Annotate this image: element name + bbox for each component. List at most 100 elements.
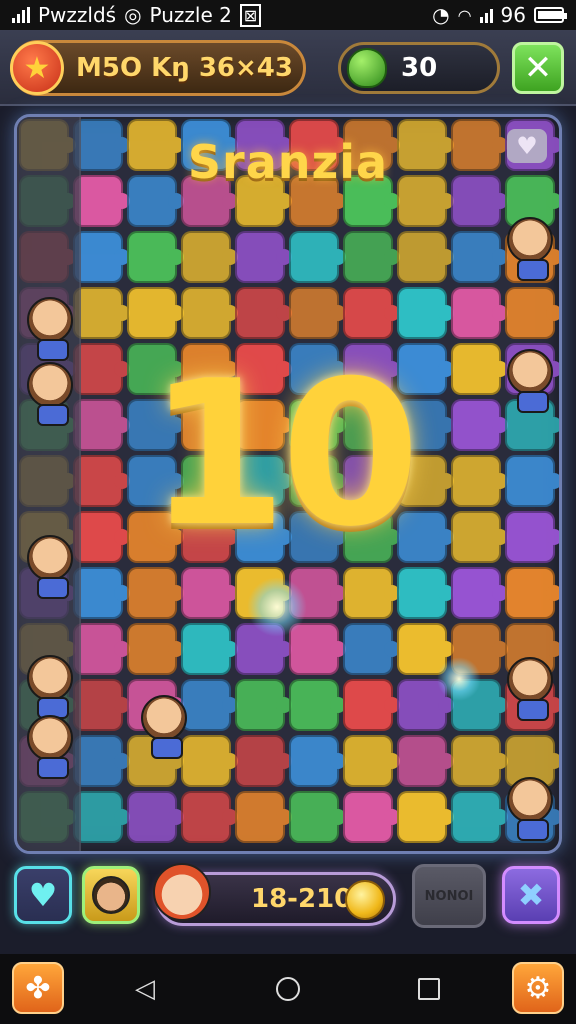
level-pill[interactable]: ★ M5O Kŋ 36×43: [10, 40, 306, 96]
puzzle-piece-icon: ✤: [25, 970, 51, 1006]
recents-icon: [418, 978, 440, 1000]
puzzle-piece[interactable]: [181, 623, 238, 675]
gem-counter[interactable]: 30: [338, 42, 500, 94]
character-portrait[interactable]: [141, 695, 187, 759]
puzzle-piece[interactable]: [289, 735, 346, 787]
puzzle-piece[interactable]: [343, 791, 400, 843]
puzzle-piece[interactable]: [397, 567, 454, 619]
puzzle-piece[interactable]: [505, 287, 559, 339]
gear-icon: ⚙: [524, 970, 552, 1006]
puzzle-piece[interactable]: [343, 287, 400, 339]
puzzle-piece[interactable]: [397, 735, 454, 787]
puzzle-piece[interactable]: [451, 287, 508, 339]
back-button[interactable]: ◁: [130, 974, 160, 1004]
puzzle-piece[interactable]: [451, 455, 508, 507]
puzzle-piece[interactable]: [451, 231, 508, 283]
cell-signal-icon: [479, 7, 493, 23]
locked-slot-label: NONOI: [424, 888, 474, 904]
puzzle-piece[interactable]: [505, 455, 559, 507]
cross-icon: ✖: [517, 876, 545, 914]
puzzle-piece[interactable]: [343, 735, 400, 787]
gem-icon: [347, 48, 387, 88]
puzzle-piece[interactable]: [289, 679, 346, 731]
player-avatar[interactable]: [153, 863, 211, 921]
heart-icon: ♥: [28, 876, 58, 914]
back-icon: ◁: [135, 974, 155, 1004]
puzzle-piece[interactable]: [451, 735, 508, 787]
character-portrait[interactable]: [27, 535, 73, 599]
score-bar: 18-210: [153, 863, 396, 926]
puzzle-piece[interactable]: [181, 735, 238, 787]
puzzle-piece[interactable]: [127, 791, 184, 843]
puzzle-piece[interactable]: [397, 791, 454, 843]
coin-icon: [345, 880, 385, 920]
puzzle-piece[interactable]: [181, 231, 238, 283]
locked-slot[interactable]: NONOI: [412, 864, 486, 928]
puzzle-piece[interactable]: [235, 735, 292, 787]
puzzle-piece[interactable]: [451, 791, 508, 843]
puzzle-piece[interactable]: [451, 511, 508, 563]
puzzle-piece[interactable]: [127, 623, 184, 675]
character-button[interactable]: [82, 866, 140, 924]
puzzle-piece[interactable]: [451, 343, 508, 395]
puzzle-piece[interactable]: [289, 791, 346, 843]
puzzle-piece[interactable]: [127, 231, 184, 283]
puzzle-piece[interactable]: [127, 287, 184, 339]
heart-button[interactable]: ♥: [14, 866, 72, 924]
battery-level: 96: [500, 3, 526, 27]
puzzle-piece[interactable]: [505, 567, 559, 619]
top-hud: ★ M5O Kŋ 36×43 30 ✕: [0, 30, 576, 106]
status-left-text: Pwzzldś: [38, 3, 117, 27]
status-app-name: Puzzle 2: [149, 3, 232, 27]
puzzle-piece[interactable]: [451, 399, 508, 451]
home-button[interactable]: [273, 974, 303, 1004]
character-portrait[interactable]: [507, 217, 553, 281]
puzzle-piece[interactable]: [235, 791, 292, 843]
puzzle-piece[interactable]: [397, 231, 454, 283]
puzzle-piece[interactable]: [343, 567, 400, 619]
character-portrait[interactable]: [507, 657, 553, 721]
puzzle-piece[interactable]: [289, 231, 346, 283]
puzzle-piece[interactable]: [289, 287, 346, 339]
puzzle-piece[interactable]: [127, 567, 184, 619]
puzzle-piece[interactable]: [397, 287, 454, 339]
puzzle-menu-button[interactable]: ✤: [12, 962, 64, 1014]
character-portrait[interactable]: [27, 715, 73, 779]
score-text: 18-210: [251, 884, 353, 914]
puzzle-piece[interactable]: [289, 623, 346, 675]
sparkle-glow: [437, 657, 481, 701]
shuffle-button[interactable]: ✖: [502, 866, 560, 924]
puzzle-piece[interactable]: [343, 231, 400, 283]
puzzle-piece[interactable]: [235, 231, 292, 283]
character-portrait[interactable]: [27, 297, 73, 361]
settings-button[interactable]: ⚙: [512, 962, 564, 1014]
puzzle-board[interactable]: ♥ Sranzia 10: [14, 114, 562, 854]
level-label: M5O Kŋ 36×43: [76, 53, 293, 83]
recents-button[interactable]: [414, 974, 444, 1004]
bottom-navbar: ✤ ◁ ⚙: [0, 954, 576, 1024]
close-button[interactable]: ✕: [512, 42, 564, 94]
puzzle-piece[interactable]: [235, 679, 292, 731]
character-portrait[interactable]: [507, 349, 553, 413]
puzzle-piece[interactable]: [505, 511, 559, 563]
puzzle-piece[interactable]: [343, 623, 400, 675]
character-portrait[interactable]: [27, 362, 73, 426]
wifi-signal-icon: ◠: [457, 5, 472, 25]
status-bar: Pwzzldś ◎ Puzzle 2 ⊠ ◔ ◠ 96: [0, 0, 576, 30]
character-portrait[interactable]: [507, 777, 553, 841]
puzzle-piece[interactable]: [235, 287, 292, 339]
puzzle-piece[interactable]: [181, 679, 238, 731]
home-icon: [276, 977, 300, 1001]
star-icon: ★: [10, 41, 64, 95]
battery-icon: [534, 7, 567, 23]
gem-count: 30: [401, 53, 438, 83]
screenshot-icon: ⊠: [239, 3, 262, 27]
puzzle-piece[interactable]: [343, 679, 400, 731]
character-portrait[interactable]: [27, 655, 73, 719]
puzzle-piece[interactable]: [181, 567, 238, 619]
puzzle-piece[interactable]: [181, 791, 238, 843]
puzzle-piece[interactable]: [181, 287, 238, 339]
puzzle-piece[interactable]: [451, 567, 508, 619]
board-title: Sranzia: [187, 135, 389, 189]
sparkle-glow: [247, 577, 307, 637]
